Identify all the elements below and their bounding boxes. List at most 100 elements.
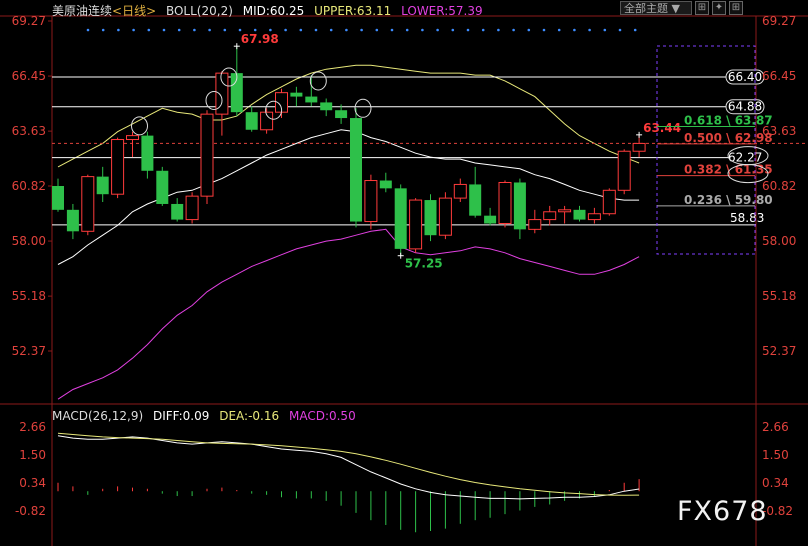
candle-body	[379, 180, 392, 189]
dot-marker	[405, 28, 409, 32]
dot-marker	[208, 28, 211, 32]
macd-header: MACD(26,12,9) DIFF:0.09 DEA:-0.16 MACD:0…	[52, 409, 362, 423]
annotations: 67.98 57.25 63.44	[233, 32, 681, 271]
candle-body	[111, 139, 125, 195]
y-tick-label: 58.00	[12, 234, 46, 248]
dot-marker	[177, 28, 181, 32]
macd-title: MACD(26,12,9)	[52, 409, 144, 423]
dot-marker	[299, 28, 303, 32]
candle-body	[409, 199, 423, 250]
dot-marker	[481, 28, 485, 32]
macd-y-tick: 1.50	[762, 448, 789, 462]
candle-body	[543, 211, 557, 221]
annotation-label: 67.98	[241, 32, 279, 46]
grid-icon[interactable]: ⊞	[695, 1, 709, 15]
chart-header: 美原油连续<日线> BOLL(20,2) MID:60.25 UPPER:63.…	[52, 2, 489, 19]
candle-body	[245, 112, 258, 130]
tool-icon[interactable]: ✦	[712, 1, 726, 15]
y-tick-label: 63.63	[762, 124, 796, 138]
candle-body	[573, 209, 586, 220]
macd-y-tick: 2.66	[762, 420, 789, 434]
dot-marker	[390, 28, 394, 32]
price-chart[interactable]: 66.4064.8862.2758.83 67.9857.2563.44 0.6…	[0, 0, 808, 546]
layout-icon[interactable]: ⊞	[729, 1, 743, 15]
dot-marker	[375, 28, 379, 32]
dot-marker	[193, 28, 196, 32]
candle-body	[424, 200, 437, 236]
candle-body	[66, 209, 79, 232]
y-tick-label: 52.37	[12, 344, 46, 358]
boll-lower-line	[57, 228, 640, 400]
candle-body	[320, 102, 333, 111]
theme-select[interactable]: 全部主题 ▼	[620, 1, 692, 15]
y-tick-label: 55.18	[762, 289, 796, 303]
candle-body	[171, 203, 184, 220]
y-tick-label: 69.27	[12, 14, 46, 28]
dot-marker	[284, 28, 287, 32]
macd-y-tick: 0.34	[762, 476, 789, 490]
candle-body	[617, 150, 631, 191]
fib-label: 0.618 \ 63.87	[684, 113, 773, 127]
dot-marker	[101, 28, 105, 32]
period-label[interactable]: <日线>	[112, 4, 156, 18]
macd-y-tick: 1.50	[19, 448, 46, 462]
pattern-circle	[131, 116, 148, 136]
fib-label: 0.500 \ 62.98	[684, 131, 773, 145]
y-tick-label: 66.45	[762, 69, 796, 83]
boll-mid: MID:60.25	[242, 4, 305, 18]
fib-label: 0.236 \ 59.80	[684, 193, 773, 207]
candle-body	[96, 176, 109, 195]
dot-marker	[132, 28, 135, 32]
dot-marker	[162, 28, 166, 32]
y-tick-label: 60.82	[762, 179, 796, 193]
y-tick-label: 58.00	[762, 234, 796, 248]
dot-marker	[238, 28, 242, 32]
candle-body	[513, 182, 526, 230]
watermark-logo: FX678	[677, 496, 768, 527]
candle-body	[335, 110, 348, 119]
candle-body	[469, 184, 482, 216]
symbol-name: 美原油连续	[52, 4, 113, 18]
candle-body	[350, 118, 362, 222]
dot-marker	[512, 28, 515, 32]
level-label: 64.88	[728, 100, 762, 114]
dot-marker	[117, 28, 120, 32]
pattern-circle	[354, 98, 372, 118]
candle-body	[558, 209, 572, 213]
dot-marker	[466, 28, 470, 32]
macd-diff-line	[57, 435, 640, 500]
candle-body	[141, 135, 154, 171]
dot-marker	[86, 28, 90, 32]
dot-marker	[633, 28, 637, 32]
bollinger-bands	[57, 64, 640, 400]
dot-marker	[314, 28, 318, 32]
candle-body	[498, 181, 512, 224]
candle-body	[290, 92, 303, 97]
boll-label: BOLL(20,2)	[165, 4, 233, 18]
level-label: 58.83	[730, 211, 764, 225]
candle-body	[484, 215, 497, 224]
dot-marker	[542, 28, 546, 32]
boll-lower: LOWER:57.39	[401, 4, 483, 18]
dot-marker	[223, 28, 227, 32]
annotation-label: 63.44	[643, 121, 681, 135]
y-tick-label: 60.82	[12, 179, 46, 193]
y-tick-label: 52.37	[762, 344, 796, 358]
candle-body	[185, 195, 199, 221]
annotation-label: 57.25	[405, 257, 443, 271]
macd-value: MACD:0.50	[288, 409, 356, 423]
candle-body	[632, 142, 646, 152]
candle-body	[156, 170, 169, 204]
y-axis: 69.27 69.27 66.45 66.45 63.63 63.63 60.82 60.82…	[12, 14, 797, 358]
dot-marker	[345, 28, 348, 32]
boll-upper: UPPER:63.11	[314, 4, 392, 18]
candle-body	[126, 135, 139, 141]
macd-dea: DEA:-0.16	[219, 409, 280, 423]
dot-marker	[451, 28, 455, 32]
candle-body	[438, 197, 452, 236]
y-tick-label: 55.18	[12, 289, 46, 303]
candle-body	[453, 183, 467, 199]
dot-marker	[497, 28, 500, 32]
candle-body	[394, 188, 407, 249]
macd-y-tick: 0.34	[19, 476, 46, 490]
